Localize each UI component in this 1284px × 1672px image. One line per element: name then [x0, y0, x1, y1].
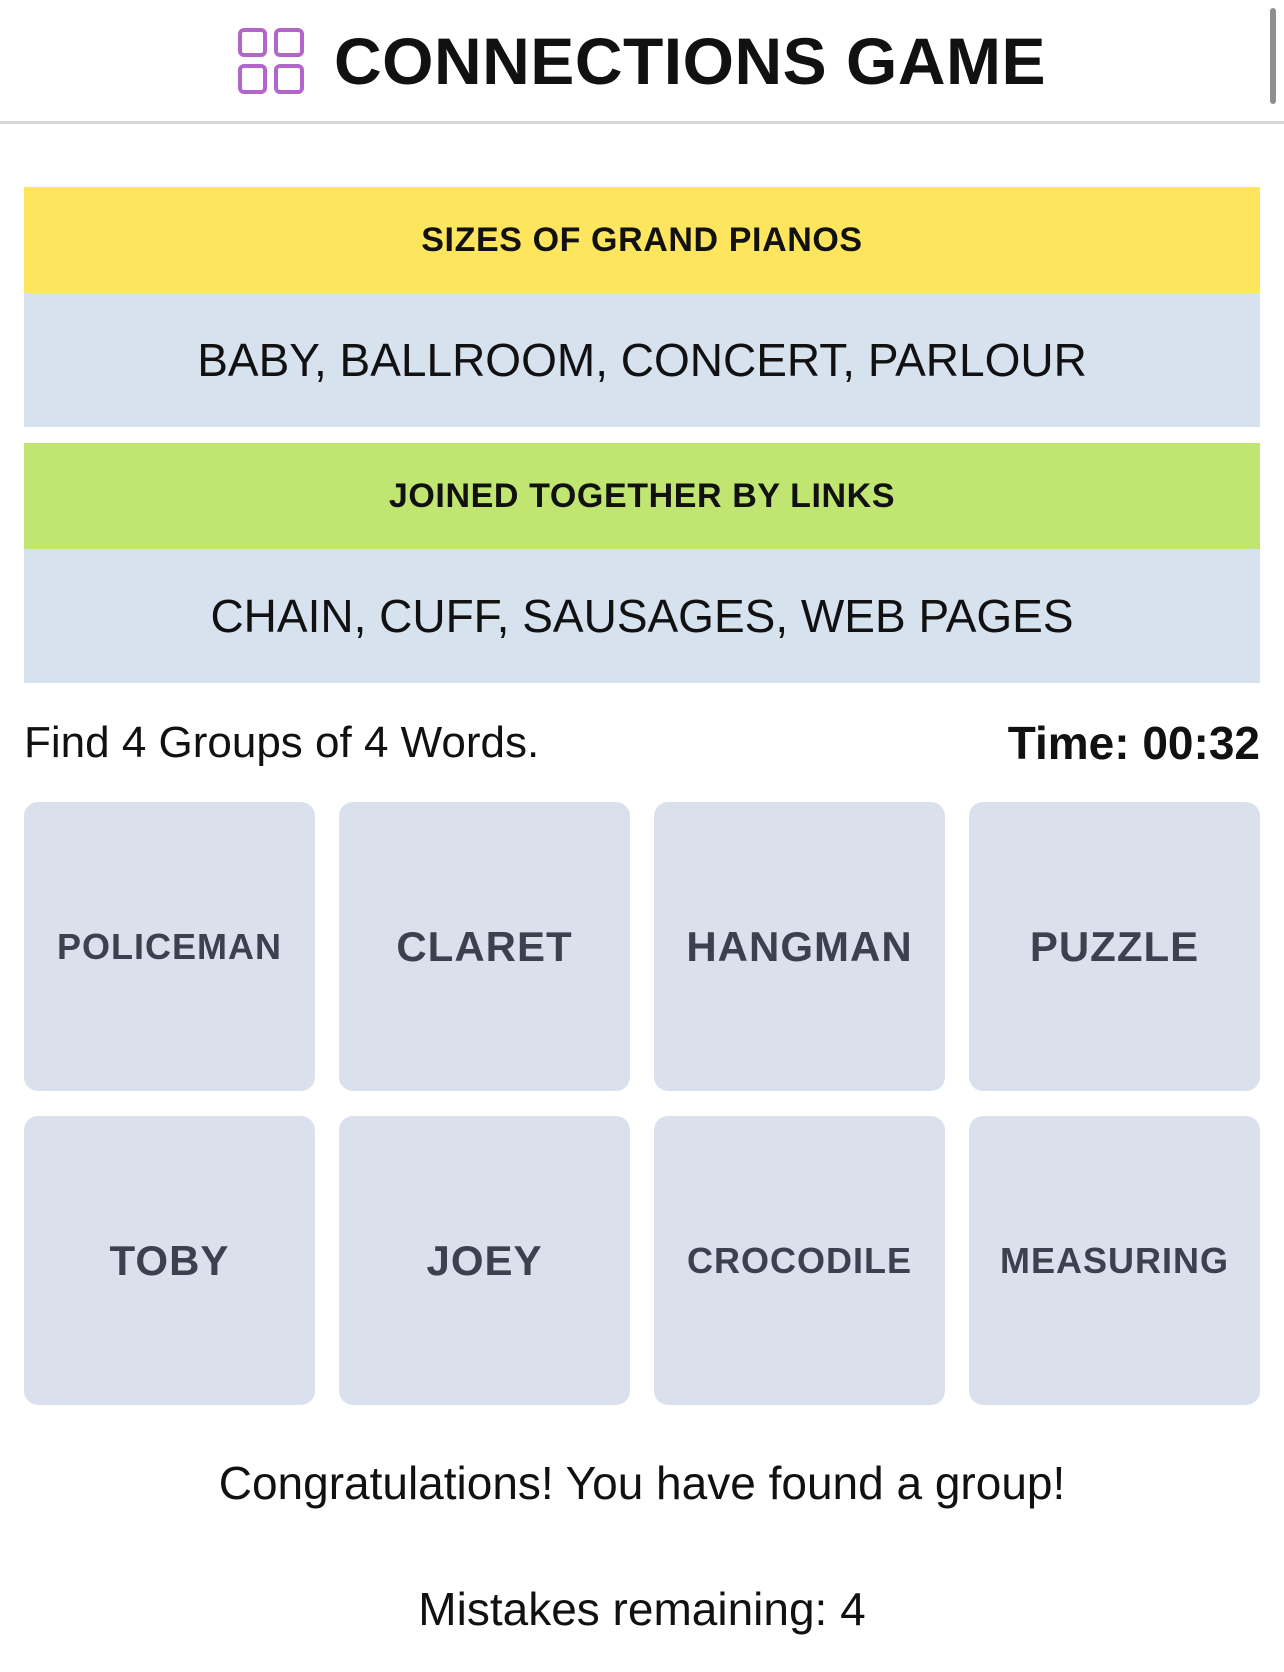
word-tile[interactable]: HANGMAN	[654, 802, 945, 1091]
app-header: CONNECTIONS GAME	[0, 0, 1284, 124]
scrollbar[interactable]	[1270, 8, 1276, 104]
word-tile[interactable]: PUZZLE	[969, 802, 1260, 1091]
group-words: CHAIN, CUFF, SAUSAGES, WEB PAGES	[24, 549, 1260, 683]
mistakes-remaining: Mistakes remaining: 4	[418, 1583, 866, 1635]
group-name: SIZES OF GRAND PIANOS	[24, 187, 1260, 293]
status-message: Congratulations! You have found a group!	[218, 1457, 1066, 1509]
group-name: JOINED TOGETHER BY LINKS	[24, 443, 1260, 549]
word-tile[interactable]: CLARET	[339, 802, 630, 1091]
info-row: Find 4 Groups of 4 Words. Time: 00:32	[24, 708, 1260, 778]
word-tile[interactable]: TOBY	[24, 1116, 315, 1405]
timer: Time: 00:32	[1007, 717, 1260, 769]
word-tile[interactable]: MEASURING	[969, 1116, 1260, 1405]
word-tile[interactable]: CROCODILE	[654, 1116, 945, 1405]
app-title: CONNECTIONS GAME	[333, 23, 1047, 98]
word-tile[interactable]: POLICEMAN	[24, 802, 315, 1091]
solved-group-2: JOINED TOGETHER BY LINKS CHAIN, CUFF, SA…	[24, 443, 1260, 683]
word-tile-grid: POLICEMAN CLARET HANGMAN PUZZLE TOBY JOE…	[24, 802, 1260, 1405]
solved-group-1: SIZES OF GRAND PIANOS BABY, BALLROOM, CO…	[24, 187, 1260, 427]
grid-icon	[237, 27, 304, 94]
instructions-text: Find 4 Groups of 4 Words.	[24, 718, 540, 767]
group-words: BABY, BALLROOM, CONCERT, PARLOUR	[24, 293, 1260, 427]
word-tile[interactable]: JOEY	[339, 1116, 630, 1405]
